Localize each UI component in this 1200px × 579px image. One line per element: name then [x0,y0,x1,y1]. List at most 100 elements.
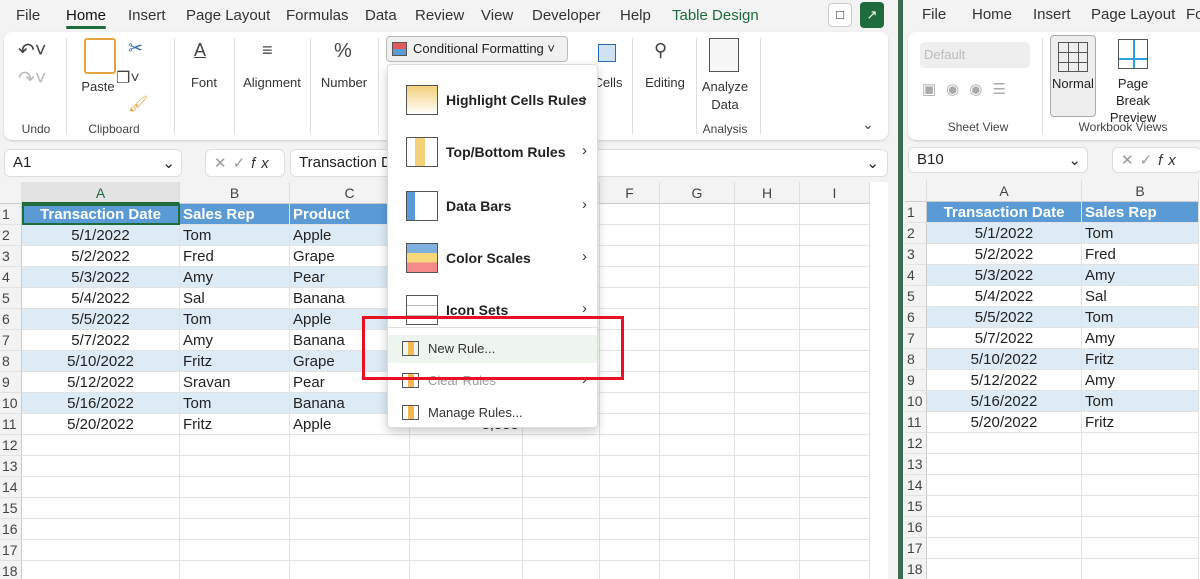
cell[interactable] [660,225,735,246]
cell[interactable] [800,246,870,267]
row-header[interactable]: 8 [0,351,22,372]
cell[interactable] [927,454,1082,475]
cell[interactable] [660,372,735,393]
share-button[interactable]: ↗ [860,2,884,28]
row-header[interactable]: 11 [905,412,927,433]
cell[interactable] [800,330,870,351]
row-header[interactable]: 10 [905,391,927,412]
cell[interactable] [600,561,660,579]
cell[interactable] [600,267,660,288]
table-cell[interactable]: Fritz [1082,349,1199,370]
cell[interactable] [22,477,180,498]
table-cell[interactable]: 5/3/2022 [927,265,1082,286]
table-cell[interactable]: Fred [1082,244,1199,265]
column-header-G[interactable]: G [660,182,735,204]
cell[interactable] [800,393,870,414]
table-cell[interactable]: Tom [180,309,290,330]
font-button[interactable]: Font [184,75,224,90]
cell[interactable] [927,517,1082,538]
select-all-corner[interactable] [0,182,22,204]
cell[interactable] [600,414,660,435]
cell[interactable] [800,477,870,498]
cell[interactable] [735,435,800,456]
cell[interactable] [735,372,800,393]
cell[interactable] [660,498,735,519]
cell[interactable] [660,267,735,288]
table-cell[interactable]: 5/3/2022 [22,267,180,288]
right-name-box[interactable]: B10 ⌄ [908,147,1088,173]
right-tab-file[interactable]: File [922,6,946,23]
row-header[interactable]: 6 [905,307,927,328]
cell[interactable] [1082,496,1199,517]
cell[interactable] [927,475,1082,496]
cell[interactable] [600,393,660,414]
search-icon[interactable]: ⚲ [654,40,667,61]
table-cell[interactable]: 5/5/2022 [927,307,1082,328]
cell[interactable] [735,540,800,561]
collapse-ribbon-icon[interactable]: ⌄ [862,116,874,133]
cell[interactable] [660,540,735,561]
tab-home[interactable]: Home [66,7,107,29]
cell[interactable] [290,435,410,456]
table-cell[interactable]: Tom [180,225,290,246]
tab-data[interactable]: Data [365,7,397,24]
cell[interactable] [290,477,410,498]
table-cell[interactable]: 5/1/2022 [927,223,1082,244]
cell[interactable] [600,288,660,309]
cell[interactable] [660,393,735,414]
cell[interactable] [600,225,660,246]
table-cell[interactable]: 5/5/2022 [22,309,180,330]
cell[interactable] [523,456,600,477]
column-header-A[interactable]: A [927,180,1082,202]
table-cell[interactable]: Sal [180,288,290,309]
tab-developer[interactable]: Developer [532,7,600,24]
cell[interactable] [523,540,600,561]
cell[interactable] [735,456,800,477]
table-cell[interactable]: Sal [1082,286,1199,307]
row-header[interactable]: 2 [905,223,927,244]
cell[interactable] [1082,454,1199,475]
cell[interactable] [180,498,290,519]
cell[interactable] [800,267,870,288]
table-cell[interactable]: 5/20/2022 [927,412,1082,433]
table-cell[interactable]: 5/4/2022 [22,288,180,309]
row-header[interactable]: 9 [905,370,927,391]
cell[interactable] [660,288,735,309]
table-cell[interactable]: 5/4/2022 [927,286,1082,307]
cell[interactable] [660,330,735,351]
menu-item-data-bars[interactable]: Data Bars › [388,185,597,229]
cell[interactable] [523,498,600,519]
paste-button[interactable]: Paste [78,79,118,94]
cell[interactable] [660,435,735,456]
table-header-cell[interactable]: Sales Rep [180,204,290,225]
cell[interactable] [735,330,800,351]
row-header[interactable]: 7 [905,328,927,349]
row-header[interactable]: 3 [0,246,22,267]
cell[interactable] [735,414,800,435]
cell[interactable] [800,540,870,561]
row-header[interactable]: 14 [905,475,927,496]
cell[interactable] [927,433,1082,454]
cell[interactable] [180,519,290,540]
table-cell[interactable]: Tom [1082,307,1199,328]
cell[interactable] [180,435,290,456]
row-header[interactable]: 18 [905,559,927,579]
table-cell[interactable]: 5/16/2022 [927,391,1082,412]
cell[interactable] [660,204,735,225]
cell[interactable] [180,540,290,561]
cell[interactable] [660,456,735,477]
cell[interactable] [800,456,870,477]
cell[interactable] [180,477,290,498]
table-cell[interactable]: 5/10/2022 [927,349,1082,370]
cell[interactable] [1082,475,1199,496]
row-header[interactable]: 1 [905,202,927,223]
row-header[interactable]: 15 [0,498,22,519]
cell[interactable] [800,498,870,519]
row-header[interactable]: 3 [905,244,927,265]
column-header-H[interactable]: H [735,182,800,204]
editing-button[interactable]: Editing [640,75,690,90]
cell[interactable] [800,372,870,393]
table-cell[interactable]: Tom [1082,391,1199,412]
cell[interactable] [290,498,410,519]
cell[interactable] [735,393,800,414]
